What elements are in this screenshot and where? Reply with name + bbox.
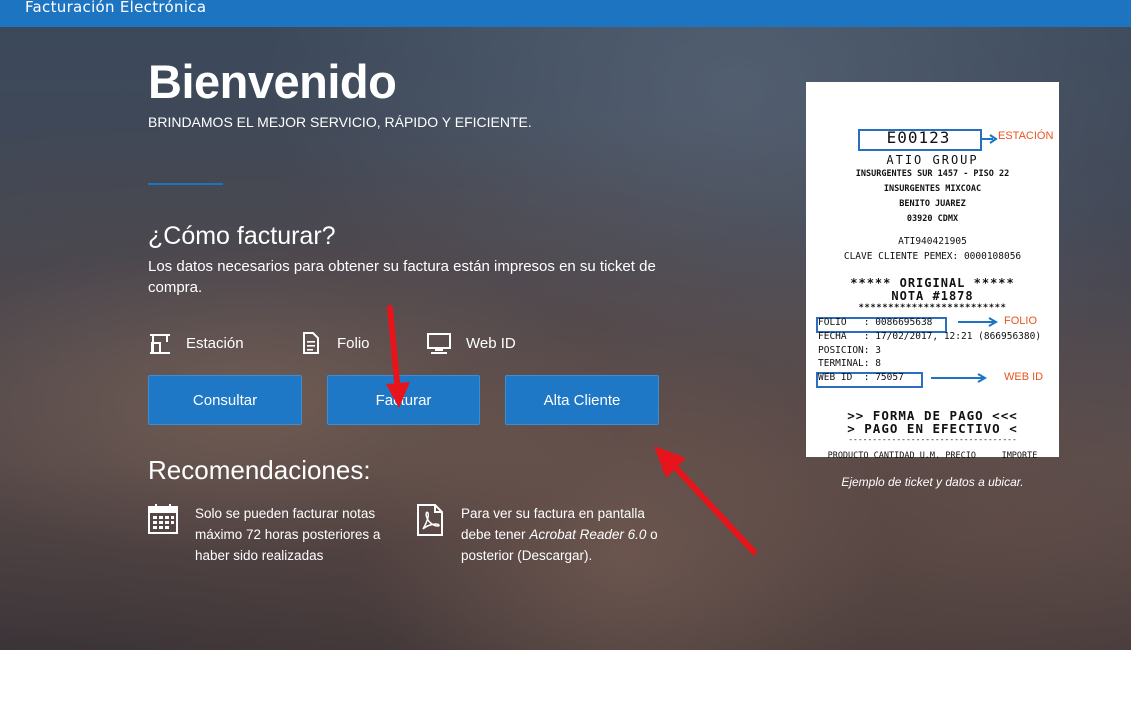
ticket-fecha: FECHA : 17/02/2017, 12:21 (866956380): [818, 331, 1042, 342]
ticket-nota: NOTA #1878: [891, 289, 974, 303]
field-folio-label: Folio: [337, 334, 370, 352]
consultar-button[interactable]: Consultar: [148, 375, 302, 425]
rec-text: o: [646, 527, 658, 542]
rec-text: debe tener: [461, 527, 530, 542]
field-webid: Web ID: [426, 330, 516, 356]
arrow-right-icon: [931, 373, 988, 383]
accent-divider: [148, 183, 223, 185]
top-bar: Facturación Electrónica: [0, 0, 1131, 27]
ticket-pago-efectivo: > PAGO EN EFECTIVO <: [847, 421, 1018, 436]
field-estacion-label: Estación: [186, 334, 244, 352]
rec-line: haber sido realizadas: [195, 548, 324, 563]
pdf-icon: [417, 504, 443, 536]
field-folio: Folio: [299, 330, 370, 356]
monitor-icon: [427, 333, 451, 354]
how-to-invoice-text: Los datos necesarios para obtener su fac…: [148, 258, 656, 296]
ticket-clave: CLAVE CLIENTE PEMEX: 0000108056: [843, 251, 1022, 262]
gas-station-icon: [150, 334, 170, 354]
download-link[interactable]: posterior (Descargar).: [461, 545, 658, 566]
facturar-button[interactable]: Facturar: [327, 375, 480, 425]
recommendation-time-limit: Solo se pueden facturar notas máximo 72 …: [195, 503, 380, 566]
ticket-address-4: 03920 CDMX: [906, 214, 959, 224]
ticket-example-image: E00123 ESTACIÓN ATIO GROUP INSURGENTES S…: [806, 82, 1059, 461]
ticket-dashes: -----------------------------------: [848, 435, 1017, 444]
rec-line: Solo se pueden facturar notas: [195, 506, 376, 521]
rec-line: debe tener Acrobat Reader 6.0 o: [461, 524, 658, 545]
ticket-webid-label: WEB ID: [1004, 371, 1044, 383]
how-to-invoice-heading: ¿Cómo facturar?: [148, 222, 336, 250]
arrow-right-icon: [958, 317, 999, 327]
ticket-terminal: TERMINAL: 8: [818, 358, 881, 369]
rec-line: máximo 72 horas posteriores a: [195, 527, 381, 542]
ticket-station-label: ESTACIÓN: [998, 130, 1054, 142]
ticket-address-1: INSURGENTES SUR 1457 - PISO 22: [855, 169, 1010, 179]
recommendations-heading: Recomendaciones:: [148, 455, 371, 485]
ticket-address-2: INSURGENTES MIXCOAC: [883, 184, 982, 194]
calendar-icon: [148, 504, 178, 534]
ticket-posicion: POSICION: 3: [818, 345, 881, 356]
rec-line: Para ver su factura en pantalla: [461, 506, 645, 521]
ticket-stars: *************************: [858, 303, 1007, 313]
ticket-original: ***** ORIGINAL *****: [850, 276, 1015, 290]
welcome-subtitle: BRINDAMOS EL MEJOR SERVICIO, RÁPIDO Y EF…: [148, 114, 532, 130]
recommendation-acrobat: Para ver su factura en pantalla debe ten…: [461, 503, 658, 566]
field-estacion: Estación: [148, 330, 244, 356]
ticket-columns: PRODUCTO CANTIDAD U.M. PRECIO IMPORTE: [827, 451, 1038, 461]
arrow-right-icon: [982, 134, 998, 144]
ticket-address-3: BENITO JUAREZ: [899, 199, 966, 209]
ticket-rfc: ATI940421905: [898, 236, 967, 247]
ticket-folio-label: FOLIO: [1004, 315, 1038, 327]
site-title: Facturación Electrónica: [25, 0, 207, 16]
document-icon: [303, 332, 319, 354]
acrobat-reader-name: Acrobat Reader 6.0: [529, 527, 647, 542]
ticket-caption: Ejemplo de ticket y datos a ubicar.: [841, 475, 1024, 489]
alta-cliente-button[interactable]: Alta Cliente: [505, 375, 659, 425]
welcome-heading: Bienvenido: [148, 55, 397, 108]
field-webid-label: Web ID: [466, 334, 516, 352]
ticket-company: ATIO GROUP: [886, 153, 979, 167]
